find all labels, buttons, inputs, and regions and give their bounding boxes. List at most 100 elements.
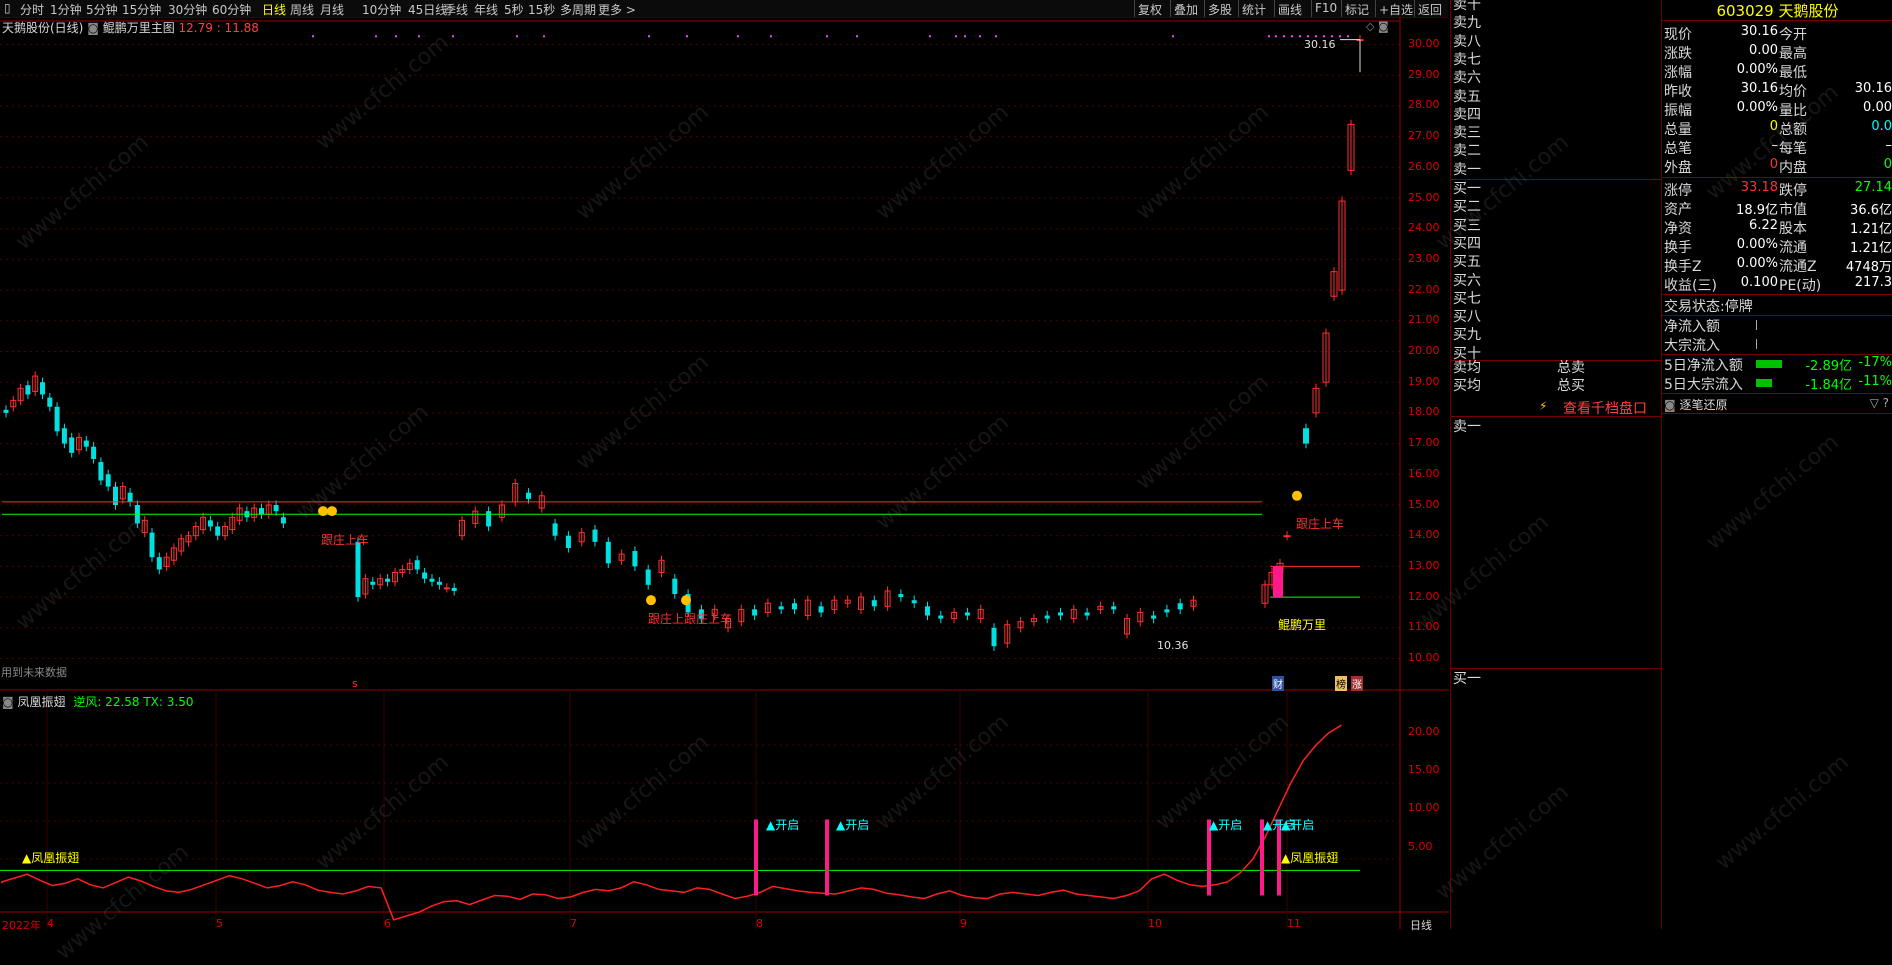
lightning-icon: ⚡ (1539, 399, 1548, 413)
period-tab-4[interactable]: 30分钟 (168, 1, 207, 18)
chart-window-icons[interactable]: ◇ ◙ (1366, 20, 1389, 33)
period-tab-14[interactable]: 15秒 (528, 1, 555, 18)
quote-label: 流通 (1779, 240, 1807, 256)
indicator-name[interactable]: 凤凰振翅 (17, 695, 65, 709)
period-tab-5[interactable]: 60分钟 (212, 1, 251, 18)
quote-label: PE(动) (1779, 278, 1822, 294)
period-tab-9[interactable]: 10分钟 (362, 1, 401, 18)
candle-down (911, 600, 917, 604)
period-tab-7[interactable]: 周线 (290, 1, 314, 18)
candle-down (1111, 606, 1117, 610)
toolbar-right-1[interactable]: 叠加 (1174, 1, 1198, 18)
signal-dot (979, 35, 981, 38)
quote-value: 18.9亿 (1736, 203, 1778, 218)
sell-level-9[interactable]: 卖九 (1453, 14, 1481, 32)
period-tab-2[interactable]: 5分钟 (86, 1, 118, 18)
candle-down (436, 581, 442, 585)
toolbar-separator (1134, 0, 1135, 17)
quote-divider (1662, 177, 1892, 178)
sell-level-8[interactable]: 卖八 (1453, 33, 1481, 51)
period-tab-15[interactable]: 多周期 (560, 1, 596, 18)
sell-level-7[interactable]: 卖七 (1453, 51, 1481, 69)
price-tick: 30.00 (1408, 37, 1440, 50)
quote-label: 涨停 (1664, 183, 1692, 199)
sell-level-2[interactable]: 卖二 (1453, 142, 1481, 160)
period-tab-6[interactable]: 日线 (262, 1, 286, 18)
period-tab-10[interactable]: 45日线 (408, 1, 447, 18)
depth-link[interactable]: 查看千档盘口 (1563, 398, 1647, 418)
sell-level-5[interactable]: 卖五 (1453, 88, 1481, 106)
candle-down (414, 560, 420, 570)
toolbar-right-0[interactable]: 复权 (1138, 1, 1162, 18)
indicator-header: ◙ 凤凰振翅 逆风: 22.58 TX: 3.50 (2, 693, 193, 710)
quote-label: 最高 (1779, 46, 1807, 62)
toolbar-right-6[interactable]: 标记 (1345, 1, 1369, 18)
coin-icon (327, 506, 337, 517)
toolbar-separator (1238, 0, 1239, 17)
sell-level-1[interactable]: 卖一 (1453, 161, 1481, 179)
candle-down (752, 609, 758, 616)
toolbar-right-3[interactable]: 统计 (1242, 1, 1266, 18)
five-day-bar (1756, 379, 1772, 387)
quote-value: 0 (1883, 157, 1892, 172)
tick-collapse-icon[interactable]: ◙ (1664, 398, 1676, 412)
badge-rise[interactable]: 涨 (1351, 676, 1363, 691)
open-signal-1: ▲开启 (766, 818, 800, 832)
period-tab-12[interactable]: 年线 (474, 1, 498, 18)
period-tab-16[interactable]: 更多 > (598, 1, 636, 18)
period-tab-8[interactable]: 月线 (320, 1, 344, 18)
main-indicator-name[interactable]: 鲲鹏万里主图 (103, 21, 175, 35)
tick-panel-icons[interactable]: ▽ ? (1870, 396, 1889, 410)
tick-panel-title[interactable]: 逐笔还原 (1679, 398, 1727, 412)
book-divider (1451, 179, 1661, 180)
five-day-value: -1.84亿 (1805, 378, 1852, 393)
candle-down (486, 511, 492, 527)
five-day-value: -2.89亿 (1805, 359, 1852, 374)
signal-dot (686, 35, 688, 38)
toolbar-right-5[interactable]: F10 (1315, 1, 1337, 15)
quote-label: 净资 (1664, 221, 1692, 237)
buy-level-8[interactable]: 买八 (1453, 308, 1481, 326)
stock-code: 603029 (1716, 2, 1774, 20)
quote-divider (1662, 20, 1892, 21)
sell-level-4[interactable]: 卖四 (1453, 106, 1481, 124)
buy-level-1[interactable]: 买一 (1453, 180, 1481, 198)
stock-period-label: 天鹅股份(日线) (2, 21, 84, 35)
sell-level-3[interactable]: 卖三 (1453, 124, 1481, 142)
buy-one-detail: 买一 (1453, 671, 1481, 687)
signal-dot (929, 35, 931, 38)
toolbar-right-2[interactable]: 多股 (1208, 1, 1232, 18)
candle-down (429, 578, 435, 582)
trade-status: 交易状态:停牌 (1664, 296, 1753, 316)
sell-level-10[interactable]: 卖十 (1453, 0, 1481, 14)
sell-one-detail: 卖一 (1453, 419, 1481, 435)
low-price-label: 10.36 (1157, 639, 1189, 652)
indicator-collapse-icon[interactable]: ◙ (2, 695, 14, 709)
collapse-icon[interactable]: ◙ (87, 21, 99, 35)
quote-label: 内盘 (1779, 160, 1807, 176)
candle-down (156, 557, 162, 570)
buy-level-7[interactable]: 买七 (1453, 290, 1481, 308)
period-tab-13[interactable]: 5秒 (504, 1, 524, 18)
sell-level-6[interactable]: 卖六 (1453, 69, 1481, 87)
quote-label: 资产 (1664, 202, 1692, 218)
quote-value: 1.21亿 (1850, 241, 1892, 256)
badge-ranking[interactable]: 榜 (1335, 676, 1347, 691)
period-tab-1[interactable]: 1分钟 (50, 1, 82, 18)
buy-level-6[interactable]: 买六 (1453, 272, 1481, 290)
toolbar-right-8[interactable]: 返回 (1418, 1, 1442, 18)
five-day-label: 5日大宗流入 (1664, 377, 1743, 393)
quote-value: 1.21亿 (1850, 222, 1892, 237)
period-tab-11[interactable]: 季线 (444, 1, 468, 18)
toolbar-right-4[interactable]: 画线 (1278, 1, 1302, 18)
buy-level-9[interactable]: 买九 (1453, 326, 1481, 344)
coin-icon (646, 595, 656, 606)
toolbar-menu-icon[interactable]: ▯ (4, 1, 11, 15)
period-tab-0[interactable]: 分时 (20, 1, 44, 18)
price-tick: 25.00 (1408, 190, 1440, 204)
signal-dot (995, 35, 997, 38)
buy-level-5[interactable]: 买五 (1453, 253, 1481, 271)
period-tab-3[interactable]: 15分钟 (122, 1, 161, 18)
toolbar-right-7[interactable]: +自选 (1379, 1, 1413, 18)
badge-finance[interactable]: 财 (1272, 676, 1284, 691)
